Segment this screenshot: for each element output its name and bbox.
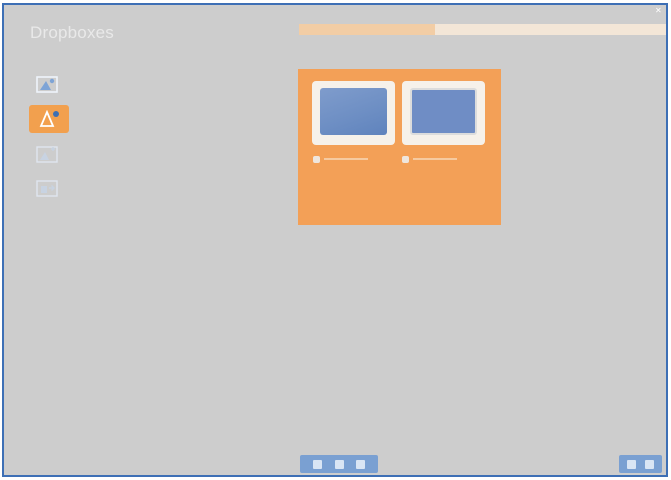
app-window: Dropboxes ✕ — [2, 3, 668, 477]
photo-add-icon — [36, 146, 58, 163]
nav-toolbar — [619, 455, 662, 473]
label-line — [413, 158, 457, 160]
monitor-photo-icon — [410, 88, 477, 135]
device-thumb-monitor[interactable] — [402, 81, 485, 145]
device-panel — [298, 69, 501, 225]
progress-bar — [299, 24, 666, 35]
label-dot-icon — [313, 155, 320, 163]
device-thumb-dock[interactable] — [312, 81, 395, 145]
info-icon[interactable] — [334, 459, 344, 469]
back-icon[interactable] — [627, 459, 637, 469]
down-arrow-icon[interactable] — [312, 459, 322, 469]
sidebar-item-alert-photo[interactable] — [29, 105, 69, 133]
dock-photo-icon — [320, 88, 387, 135]
label-dot-icon — [402, 155, 409, 163]
sidebar-item-photo[interactable] — [32, 71, 62, 97]
sidebar-item-photo-share[interactable] — [32, 175, 62, 201]
thumb-label-monitor — [402, 155, 457, 163]
thumb-label-dock — [313, 155, 368, 163]
page-title: Dropboxes — [30, 23, 115, 42]
photo-tool-icon — [36, 76, 58, 93]
label-line — [324, 158, 368, 160]
grid-icon[interactable] — [356, 459, 366, 469]
alert-photo-icon — [39, 110, 59, 127]
close-icon[interactable]: ✕ — [655, 7, 662, 15]
progress-fill — [299, 24, 436, 35]
sidebar — [29, 71, 72, 209]
forward-icon[interactable] — [644, 459, 654, 469]
bottom-toolbar — [300, 455, 378, 473]
photo-share-icon — [36, 180, 58, 197]
sidebar-item-photo-add[interactable] — [32, 141, 62, 167]
